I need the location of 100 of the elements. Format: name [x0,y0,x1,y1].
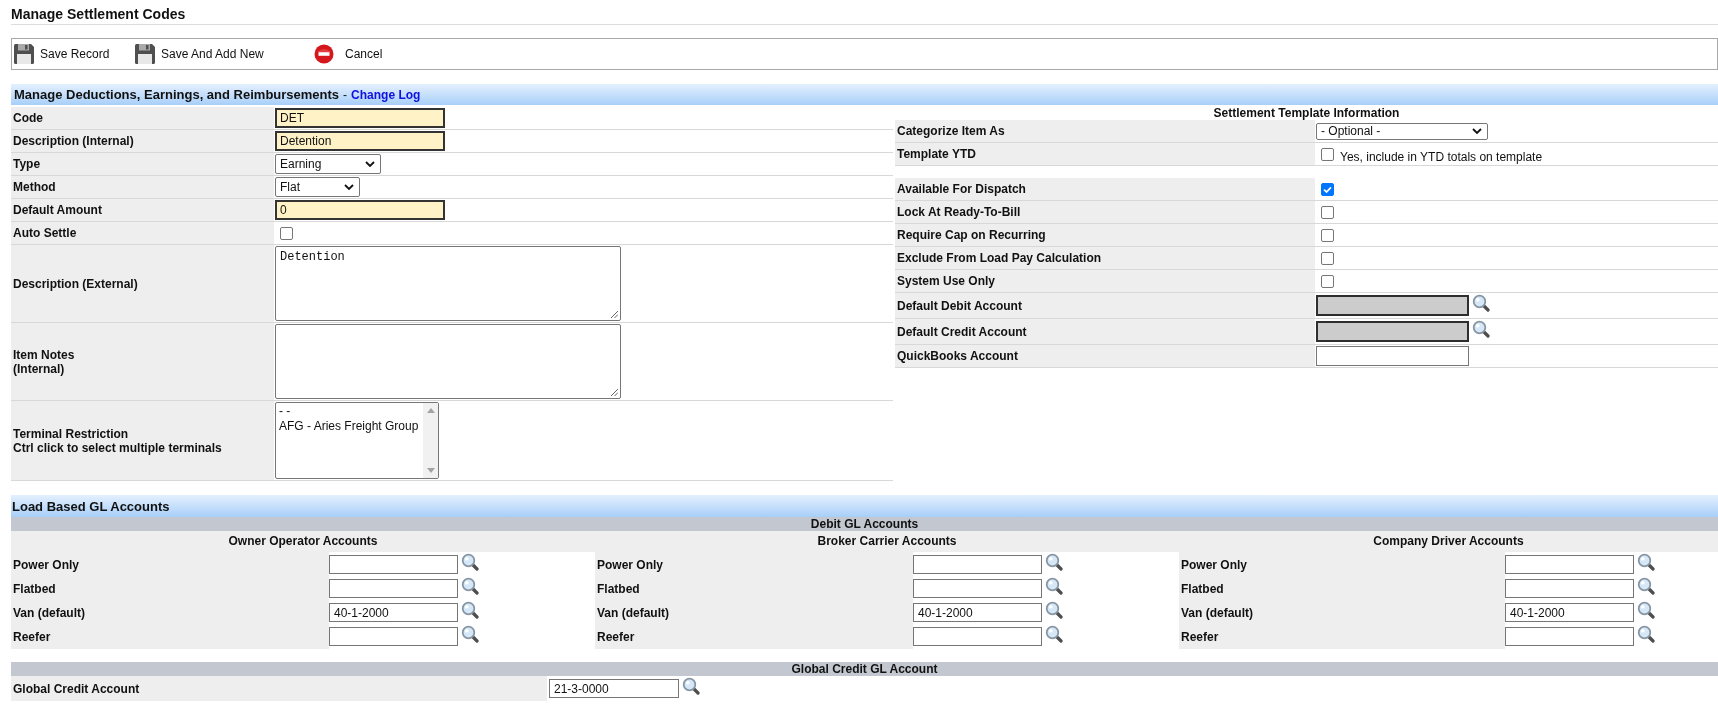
resize-grip-icon[interactable] [610,388,618,396]
field-label: Default Debit Account [895,293,1315,318]
search-icon[interactable] [1637,601,1655,619]
save-button[interactable]: Save Record [13,41,134,67]
checkbox-label: Yes, include in YTD totals on template [1340,149,1543,164]
field-label: Terminal Restriction Ctrl click to select multiple terminals [11,401,274,480]
search-icon[interactable] [461,625,479,643]
page-title: Manage Settlement Codes [11,6,186,23]
field-label: QuickBooks Account [895,345,1315,367]
dropdown[interactable]: - Optional - [1316,122,1488,140]
field-label: Available For Dispatch [895,178,1315,200]
text-field[interactable] [913,555,1042,574]
search-icon[interactable] [682,677,700,695]
checkbox[interactable] [1321,182,1334,196]
field-label: Require Cap on Recurring [895,224,1315,246]
field-label: Description (Internal) [11,130,274,152]
field-label: Type [11,153,274,175]
field-label: Flatbed [595,576,913,601]
field-label: Method [11,176,274,198]
text-field[interactable] [1316,346,1469,366]
text-area[interactable]: Detention [275,246,621,321]
field-label: Item Notes (Internal) [11,323,274,400]
text-field[interactable] [329,579,458,598]
column-heading: Company Driver Accounts [1179,531,1718,552]
field-label: Flatbed [1179,576,1505,601]
field-label: Template YTD [895,143,1315,165]
search-icon[interactable] [461,577,479,595]
checkbox[interactable] [1321,205,1334,219]
separator-text: - [343,87,348,102]
section-header: Load Based GL Accounts [11,495,1718,517]
column-heading: Broker Carrier Accounts [595,531,1179,552]
search-icon[interactable] [1637,553,1655,571]
section-title: Manage Deductions, Earnings, and Reimbursements [14,87,340,102]
field-label: System Use Only [895,270,1315,292]
search-icon[interactable] [461,553,479,571]
subsection-header: Global Credit GL Account [11,662,1718,676]
search-icon[interactable] [1045,601,1063,619]
search-icon[interactable] [1637,625,1655,643]
field-label: Default Amount [11,199,274,221]
text-field[interactable] [1505,579,1634,598]
field-label: Exclude From Load Pay Calculation [895,247,1315,269]
text-field[interactable]: DET [275,108,445,128]
field-label: Van (default) [11,600,329,625]
checkbox[interactable] [1321,251,1334,265]
checkbox[interactable] [1321,274,1334,288]
field-label: Reefer [595,624,913,649]
text-field[interactable] [913,627,1042,646]
text-field[interactable]: 0 [275,200,445,220]
column-heading: Owner Operator Accounts [11,531,595,552]
resize-grip-icon[interactable] [610,310,618,318]
search-icon[interactable] [1045,577,1063,595]
text-field[interactable] [329,627,458,646]
search-icon[interactable] [1472,294,1490,312]
field-label: Van (default) [595,600,913,625]
subsection-header: Debit GL Accounts [11,517,1718,531]
search-icon[interactable] [461,601,479,619]
text-field[interactable]: 40-1-2000 [913,603,1042,622]
text-field[interactable]: Detention [275,131,445,151]
caret-icon [344,184,354,190]
field-label: Power Only [595,552,913,577]
minus-circle-icon [314,44,334,64]
text-area[interactable] [275,324,621,399]
dropdown[interactable]: Earning [275,154,382,174]
text-field[interactable] [913,579,1042,598]
field-label: Power Only [1179,552,1505,577]
panel-title: Settlement Template Information [1212,107,1401,120]
list-option[interactable]: - - [279,404,421,419]
search-icon[interactable] [1472,320,1490,338]
text-field[interactable] [1505,627,1634,646]
text-field[interactable] [1505,555,1634,574]
save-new-button[interactable]: Save And Add New [134,41,314,67]
field-label: Van (default) [1179,600,1505,625]
field-label: Global Credit Account [11,676,547,701]
text-field[interactable]: 21-3-0000 [549,679,679,698]
search-icon[interactable] [1045,625,1063,643]
dropdown[interactable]: Flat [275,177,360,197]
checkbox[interactable] [1321,147,1334,161]
checkbox[interactable] [1321,228,1334,242]
field-label: Auto Settle [11,222,274,244]
field-label: Reefer [1179,624,1505,649]
caret-icon [365,161,376,167]
change-log-link[interactable]: Change Log [351,87,421,102]
field-label: Power Only [11,552,329,577]
cancel-button[interactable]: Cancel [314,41,435,67]
field-label: Lock At Ready-To-Bill [895,201,1315,223]
text-field[interactable]: 40-1-2000 [329,603,458,622]
field-label: Description (External) [11,245,274,322]
text-field[interactable] [329,555,458,574]
list-box[interactable]: - - AFG - Aries Freight Group [275,402,440,479]
text-field[interactable]: 40-1-2000 [1505,603,1634,622]
caret-icon [1472,128,1482,134]
list-option[interactable]: AFG - Aries Freight Group [279,419,421,434]
checkbox[interactable] [280,226,293,240]
search-icon[interactable] [1045,553,1063,571]
field-label: Flatbed [11,576,329,601]
search-icon[interactable] [1637,577,1655,595]
field-label: Categorize Item As [895,120,1315,142]
field-label: Code [11,107,274,129]
field-label: Reefer [11,624,329,649]
field-label: Default Credit Account [895,319,1315,344]
